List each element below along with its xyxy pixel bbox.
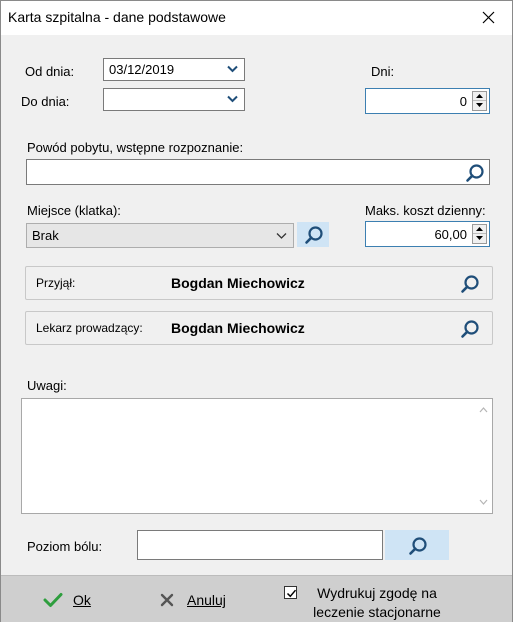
spin-up-button[interactable] [473,92,486,101]
close-icon [482,11,495,24]
doctor-panel: Lekarz prowadzący: Bogdan Miechowicz [25,311,493,345]
admitted-by-panel: Przyjął: Bogdan Miechowicz [25,266,493,300]
close-button[interactable] [466,1,512,35]
max-cost-label: Maks. koszt dzienny: [365,203,486,218]
place-value: Brak [32,228,59,243]
search-icon [409,537,427,555]
from-date-label: Od dnia: [25,64,75,79]
print-consent-line-2: leczenie stacjonarne [313,604,441,620]
days-value: 0 [459,94,467,109]
to-date-combo[interactable] [103,88,245,111]
search-icon[interactable] [465,163,485,183]
ok-label: Ok [73,592,91,608]
notes-scrollbar[interactable] [475,399,492,513]
dialog-footer: Ok Anuluj Wydrukuj zgodę na leczenie sta… [1,575,512,622]
spin-up-button[interactable] [473,225,486,234]
place-combo[interactable]: Brak [26,223,294,248]
arrow-down-icon [476,103,483,107]
from-date-value: 03/12/2019 [109,62,175,77]
print-consent-label: Wydrukuj zgodę na leczenie stacjonarne [302,584,452,622]
spin-down-button[interactable] [473,101,486,110]
dialog-window: Karta szpitalna - dane podstawowe Od dni… [0,0,513,622]
scroll-up-icon [479,407,488,413]
cancel-x-icon [160,593,174,607]
doctor-label: Lekarz prowadzący: [36,321,143,335]
arrow-up-icon [476,94,483,98]
days-label: Dni: [371,64,395,79]
notes-textarea[interactable] [21,398,493,514]
search-icon[interactable] [460,274,480,294]
pain-input[interactable] [137,530,383,560]
checkmark-icon [43,593,63,607]
reason-label: Powód pobytu, wstępne rozpoznanie: [27,140,244,155]
notes-label: Uwagi: [27,378,67,393]
max-cost-spinner[interactable]: 60,00 [365,221,490,247]
check-icon [286,589,297,598]
days-spinner[interactable]: 0 [365,88,490,114]
to-date-label: Do dnia: [21,94,70,109]
doctor-value: Bogdan Miechowicz [171,320,305,336]
reason-input[interactable] [26,159,490,185]
scroll-down-icon [479,499,488,505]
pain-label: Poziom bólu: [27,539,103,554]
cancel-label: Anuluj [187,592,226,608]
arrow-up-icon [476,227,483,231]
place-search-button[interactable] [297,222,329,247]
max-cost-value: 60,00 [434,227,467,242]
chevron-down-icon [227,95,238,103]
pain-search-button[interactable] [385,530,449,560]
admitted-by-label: Przyjął: [36,276,76,290]
max-cost-spin-buttons [472,224,487,244]
place-label: Miejsce (klatka): [27,203,121,218]
chevron-down-icon [227,65,238,73]
admitted-by-value: Bogdan Miechowicz [171,275,305,291]
print-consent-line-1: Wydrukuj zgodę na [317,585,437,601]
chevron-down-icon [276,233,287,239]
title-bar: Karta szpitalna - dane podstawowe [1,1,512,35]
search-icon [305,226,323,244]
days-spin-buttons [472,91,487,111]
arrow-down-icon [476,236,483,240]
checkbox-box[interactable] [284,586,297,599]
print-consent-checkbox[interactable]: Wydrukuj zgodę na leczenie stacjonarne [284,584,484,622]
window-title: Karta szpitalna - dane podstawowe [8,9,226,25]
spin-down-button[interactable] [473,234,486,243]
from-date-combo[interactable]: 03/12/2019 [103,58,245,81]
search-icon[interactable] [460,319,480,339]
